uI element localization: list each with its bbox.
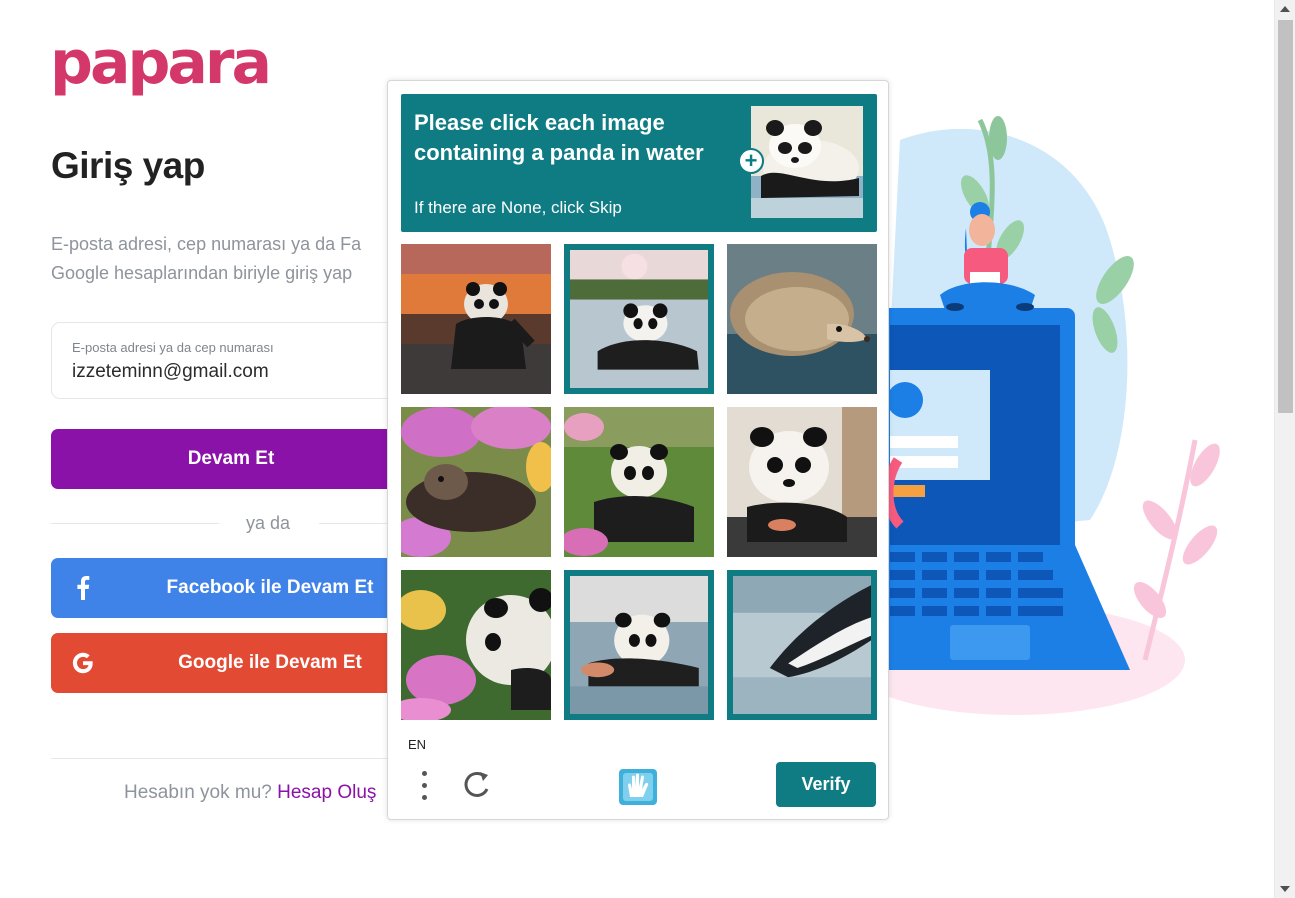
bottom-divider [51,758,411,759]
verify-button-label: Verify [801,774,851,794]
email-field-label: E-posta adresi ya da cep numarası [72,340,274,355]
captcha-tile-6[interactable] [727,407,877,557]
google-login-label: Google ile Devam Et [178,652,362,673]
captcha-tile-3[interactable] [727,244,877,394]
captcha-prompt: Please click each image containing a pan… [401,94,877,232]
captcha-tile-8[interactable] [564,570,714,720]
captcha-tile-9[interactable] [727,570,877,720]
captcha-prompt-subtitle: If there are None, click Skip [414,198,622,217]
continue-button-label: Devam Et [187,448,275,469]
hero-illustration [845,100,1260,740]
facebook-login-button[interactable]: Facebook ile Devam Et [51,558,411,618]
email-field-value[interactable]: izzeteminn@gmail.com [72,361,269,383]
verify-button[interactable]: Verify [776,762,876,807]
signup-row: Hesabın yok mu? Hesap Oluş [124,782,376,804]
facebook-login-label: Facebook ile Devam Et [166,577,374,598]
continue-button[interactable]: Devam Et [51,429,411,489]
language-selector[interactable]: EN [408,737,426,752]
captcha-tile-5[interactable] [564,407,714,557]
page-scrollbar[interactable] [1274,0,1295,898]
login-description-line-1: E-posta adresi, cep numarası ya da Fa [51,234,362,254]
login-description-line-2: Google hesaplarından biriyle giriş yap [51,263,353,283]
scroll-down-arrow-icon[interactable] [1280,886,1290,892]
zoom-plus-icon[interactable]: + [738,148,764,174]
scroll-up-arrow-icon[interactable] [1280,6,1290,12]
or-divider: ya da [51,510,411,538]
captcha-image-grid [401,244,877,720]
page-title: Giriş yap [51,145,205,186]
signup-prompt: Hesabın yok mu? [124,782,272,803]
hcaptcha-logo-icon [617,767,659,807]
google-icon [69,649,97,677]
email-field[interactable]: E-posta adresi ya da cep numarası izzete… [51,322,411,399]
login-description: E-posta adresi, cep numarası ya da Fa Go… [51,230,391,288]
captcha-tile-1[interactable] [401,244,551,394]
facebook-icon [69,574,97,602]
captcha-tile-7[interactable] [401,570,551,720]
papara-logo: papara [50,28,272,98]
google-login-button[interactable]: Google ile Devam Et [51,633,411,693]
captcha-tile-4[interactable] [401,407,551,557]
scrollbar-thumb[interactable] [1278,20,1293,413]
captcha-example-image [751,106,863,218]
signup-link[interactable]: Hesap Oluş [277,782,376,803]
refresh-icon[interactable] [462,767,494,801]
captcha-tile-2[interactable] [564,244,714,394]
captcha-challenge: Please click each image containing a pan… [387,80,889,820]
captcha-prompt-title: Please click each image containing a pan… [414,110,704,165]
divider-text: ya da [246,513,291,533]
divider-line-left [51,523,219,524]
menu-dots-icon[interactable] [414,769,434,803]
